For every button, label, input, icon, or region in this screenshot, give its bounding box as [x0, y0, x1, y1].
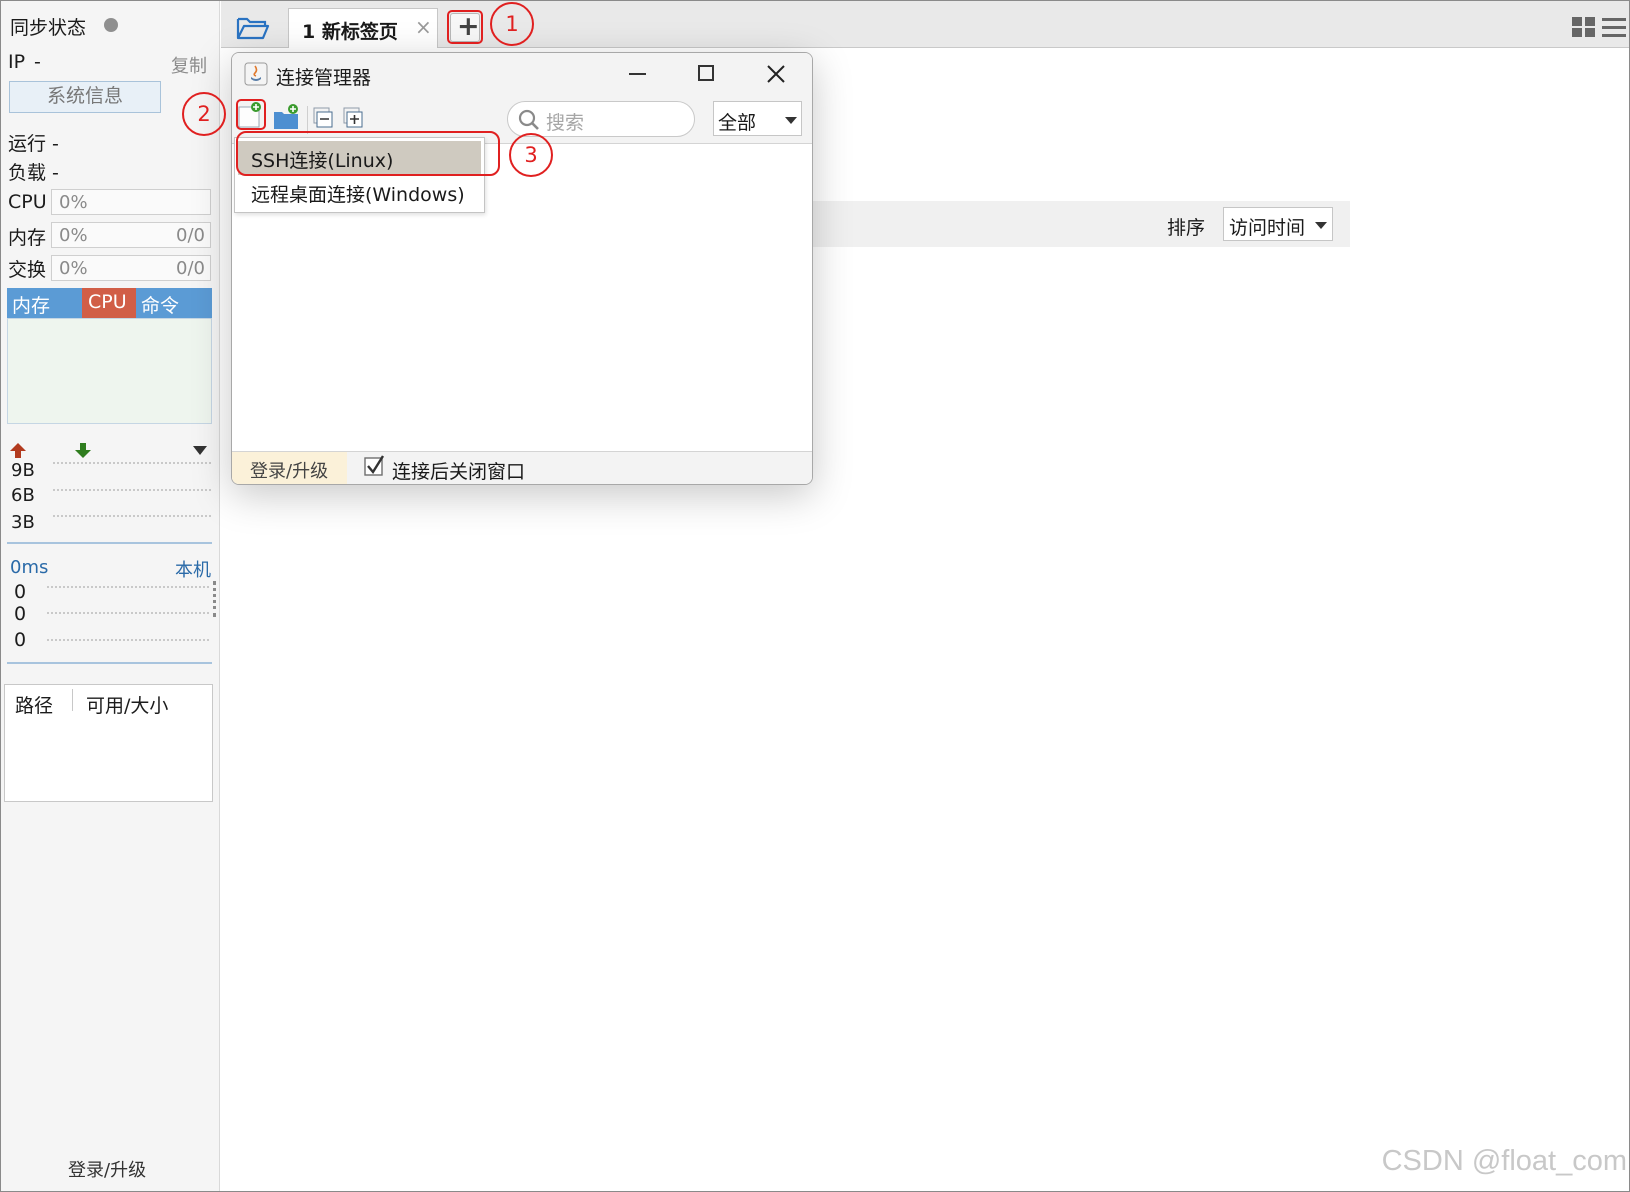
sort-value: 访问时间 [1229, 217, 1306, 239]
process-header-memory[interactable]: 内存 [12, 291, 50, 318]
net-tick-label: 6B [11, 485, 35, 506]
latency-grid-line [47, 586, 209, 588]
latency-value: 0ms [10, 557, 49, 578]
upload-arrow-icon [10, 443, 26, 458]
latency-tick-label: 0 [14, 629, 27, 651]
swap-label: 交换 [8, 259, 47, 281]
swap-percent: 0% [59, 258, 88, 279]
annotation-circle-2: 2 [182, 92, 226, 136]
disk-table: 路径 可用/大小 [4, 684, 213, 802]
net-grid-line [53, 489, 211, 491]
disk-header-size[interactable]: 可用/大小 [86, 691, 168, 718]
uptime-label: 运行 - [8, 133, 59, 155]
process-table-body [7, 318, 212, 424]
annotation-box-ssh [236, 131, 500, 176]
ip-label: IP [8, 51, 26, 73]
search-placeholder: 搜索 [546, 112, 585, 134]
annotation-box-new-tab [447, 10, 483, 44]
chevron-down-icon [1315, 222, 1327, 229]
hamburger-icon[interactable] [1601, 15, 1627, 39]
load-label: 负载 - [8, 162, 59, 184]
close-after-connect-checkbox[interactable] [363, 454, 387, 478]
memory-ratio: 0/0 [176, 225, 205, 246]
annotation-circle-3: 3 [509, 133, 553, 177]
chevron-down-icon [785, 117, 797, 124]
sidebar-login-upgrade-link[interactable]: 登录/升级 [68, 1156, 146, 1182]
latency-tick-label: 0 [14, 603, 27, 625]
latency-host-selector[interactable]: 本机 [175, 556, 211, 582]
search-input[interactable]: 搜索 [507, 101, 695, 137]
net-grid-line [53, 515, 211, 517]
dialog-login-upgrade-button[interactable]: 登录/升级 [232, 452, 347, 484]
watermark: CSDN @float_com [1381, 1145, 1627, 1177]
toolbar-divider [307, 106, 308, 134]
latency-chart-baseline [7, 662, 212, 664]
swap-usage-bar: 0% 0/0 [51, 255, 211, 281]
memory-usage-bar: 0% 0/0 [51, 222, 211, 248]
net-chart-baseline [7, 542, 212, 544]
dialog-title-bar[interactable]: 连接管理器 [232, 53, 812, 96]
collapse-all-icon[interactable] [312, 106, 336, 132]
filter-value: 全部 [718, 112, 757, 134]
new-folder-icon[interactable] [272, 101, 300, 131]
grid-icon[interactable] [1571, 15, 1597, 39]
dialog-footer: 登录/升级 连接后关闭窗口 [232, 451, 812, 484]
sync-status-label: 同步状态 [10, 17, 87, 39]
net-tick-label: 3B [11, 512, 35, 533]
java-app-icon [244, 62, 268, 86]
cpu-percent: 0% [59, 192, 88, 213]
process-table-header: 内存 CPU 命令 [7, 288, 212, 318]
menu-item-rdp-label: 远程桌面连接(Windows) [251, 184, 465, 206]
process-header-command[interactable]: 命令 [141, 291, 179, 318]
ip-value: - [34, 51, 41, 73]
tab-title: 1 新标签页 [302, 21, 398, 43]
annotation-circle-1: 1 [490, 2, 534, 46]
net-grid-line [53, 462, 211, 464]
resize-handle[interactable] [213, 581, 216, 617]
maximize-icon[interactable] [698, 65, 714, 81]
download-arrow-icon [75, 443, 91, 458]
column-divider [72, 689, 73, 711]
process-header-cpu[interactable]: CPU [88, 291, 127, 313]
latency-grid-line [47, 612, 209, 614]
memory-label: 内存 [8, 227, 47, 249]
dialog-login-upgrade-label: 登录/升级 [250, 461, 329, 482]
latency-tick-label: 0 [14, 581, 27, 603]
swap-ratio: 0/0 [176, 258, 205, 279]
tab-new-tab[interactable]: 1 新标签页 × [288, 8, 438, 48]
sidebar: 同步状态 IP - 复制 系统信息 运行 - 负载 - CPU 0% 内存 0%… [1, 1, 220, 1191]
memory-percent: 0% [59, 225, 88, 246]
copy-ip-button[interactable]: 复制 [171, 52, 207, 78]
cpu-usage-bar: 0% [51, 189, 211, 215]
disk-header-path[interactable]: 路径 [15, 691, 53, 718]
network-interface-dropdown-icon[interactable] [193, 446, 207, 455]
annotation-box-new-connection [236, 99, 266, 130]
tab-close-icon[interactable]: × [415, 15, 432, 39]
cpu-label: CPU [8, 191, 47, 213]
dialog-title: 连接管理器 [276, 67, 372, 89]
close-after-connect-label: 连接后关闭窗口 [392, 461, 526, 483]
sort-select[interactable]: 访问时间 [1223, 207, 1333, 241]
close-icon[interactable] [766, 64, 786, 84]
expand-all-icon[interactable] [342, 106, 366, 132]
folder-open-icon[interactable] [235, 12, 271, 42]
system-info-button[interactable]: 系统信息 [9, 81, 161, 113]
connection-manager-dialog: 连接管理器 搜索 全部 登录/升级 连接后关闭窗口 [231, 52, 813, 485]
sort-bar: 排序 访问时间 [790, 201, 1350, 247]
menu-item-rdp[interactable]: 远程桌面连接(Windows) [238, 175, 481, 209]
sync-status-dot [104, 18, 118, 32]
sort-label: 排序 [1167, 217, 1206, 239]
search-icon [518, 109, 539, 130]
net-tick-label: 9B [11, 460, 35, 481]
filter-select[interactable]: 全部 [713, 101, 802, 136]
minimize-icon[interactable] [629, 73, 646, 75]
latency-grid-line [47, 639, 209, 641]
